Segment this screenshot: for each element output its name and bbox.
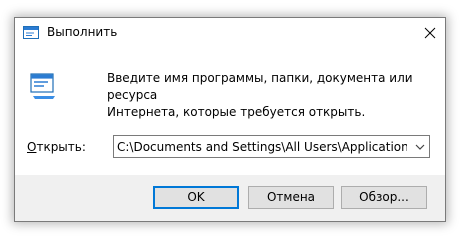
cancel-button[interactable]: Отмена [248,186,334,209]
open-combobox[interactable] [113,135,430,158]
dialog-description: Введите имя программы, папки, документа … [107,71,413,119]
open-input[interactable] [117,136,407,157]
run-dialog: Выполнить Введите имя программы, папки, … [14,17,446,222]
dialog-content: Введите имя программы, папки, документа … [15,48,445,176]
ok-button[interactable]: OK [153,186,239,209]
window-title: Выполнить [47,25,118,39]
run-dialog-icon [23,26,39,40]
browse-button[interactable]: Обзор... [341,186,427,209]
button-bar: OK Отмена Обзор... [15,175,445,221]
close-icon [424,27,436,39]
title-bar[interactable]: Выполнить [15,18,445,48]
close-button[interactable] [415,18,445,48]
open-label: Открыть: [27,140,86,154]
chevron-down-icon[interactable] [414,141,426,153]
run-program-icon [29,72,59,102]
open-label-text: ткрыть: [36,140,86,154]
